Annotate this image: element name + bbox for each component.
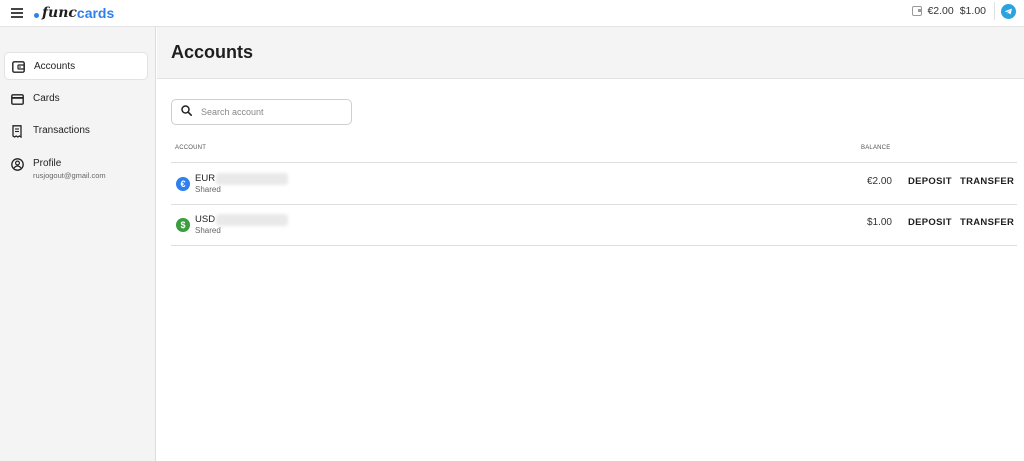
hamburger-icon[interactable] [10,6,24,20]
deposit-button[interactable]: DEPOSIT [908,217,952,228]
redacted-account-number [216,214,288,226]
telegram-icon[interactable] [1001,3,1016,19]
account-type: Shared [195,185,221,194]
main-content: Accounts ACCOUNT BALANCE € EUR Shared €2… [157,27,1024,461]
account-currency: USD [195,214,216,225]
sidebar-item-transactions[interactable]: Transactions [4,117,148,145]
sidebar-item-accounts[interactable]: Accounts [4,52,148,80]
balance-summary: €2.00 $1.00 [912,0,1016,22]
user-icon [10,157,24,171]
logo-func-text: func [42,5,77,21]
top-bar: func cards €2.00 $1.00 [0,0,1024,27]
sidebar-item-label: Profile [33,158,62,169]
page-header: Accounts [157,27,1024,79]
page-title: Accounts [171,42,254,62]
receipt-icon [10,124,24,138]
dollar-icon: $ [176,218,190,232]
logo-cards-text: cards [76,5,115,21]
redacted-account-number [216,173,288,185]
sidebar-item-label: Transactions [33,125,90,136]
search-input[interactable] [201,107,341,117]
search-icon [181,103,192,121]
account-type: Shared [195,226,221,235]
search-box[interactable] [171,99,352,125]
wallet-icon [912,6,923,16]
divider [994,2,995,20]
logo-dot [34,13,39,18]
account-balance: €2.00 [866,176,892,187]
column-header-balance: BALANCE [861,145,891,151]
deposit-button[interactable]: DEPOSIT [908,176,952,187]
table-header: ACCOUNT BALANCE [171,143,1017,163]
sidebar-item-label: Cards [33,93,60,104]
header-balance-eur: €2.00 [927,5,954,17]
card-icon [10,92,24,106]
sidebar-item-label: Accounts [34,61,76,72]
sidebar-item-profile[interactable]: Profile rusjogout@gmail.com [4,150,148,184]
account-currency: EUR [195,173,216,184]
euro-icon: € [176,177,190,191]
table-row[interactable]: $ USD Shared $1.00 DEPOSIT TRANSFER [171,205,1017,246]
sidebar: Accounts Cards Transactions Profile rusj… [0,27,156,461]
logo[interactable]: func cards [34,3,114,23]
wallet-icon [11,60,25,74]
sidebar-item-cards[interactable]: Cards [4,85,148,113]
table-row[interactable]: € EUR Shared €2.00 DEPOSIT TRANSFER [171,164,1017,205]
transfer-button[interactable]: TRANSFER [960,176,1014,187]
column-header-account: ACCOUNT [175,145,207,151]
header-balance-usd: $1.00 [959,5,986,17]
profile-email: rusjogout@gmail.com [33,171,106,180]
transfer-button[interactable]: TRANSFER [960,217,1014,228]
account-balance: $1.00 [866,217,892,228]
